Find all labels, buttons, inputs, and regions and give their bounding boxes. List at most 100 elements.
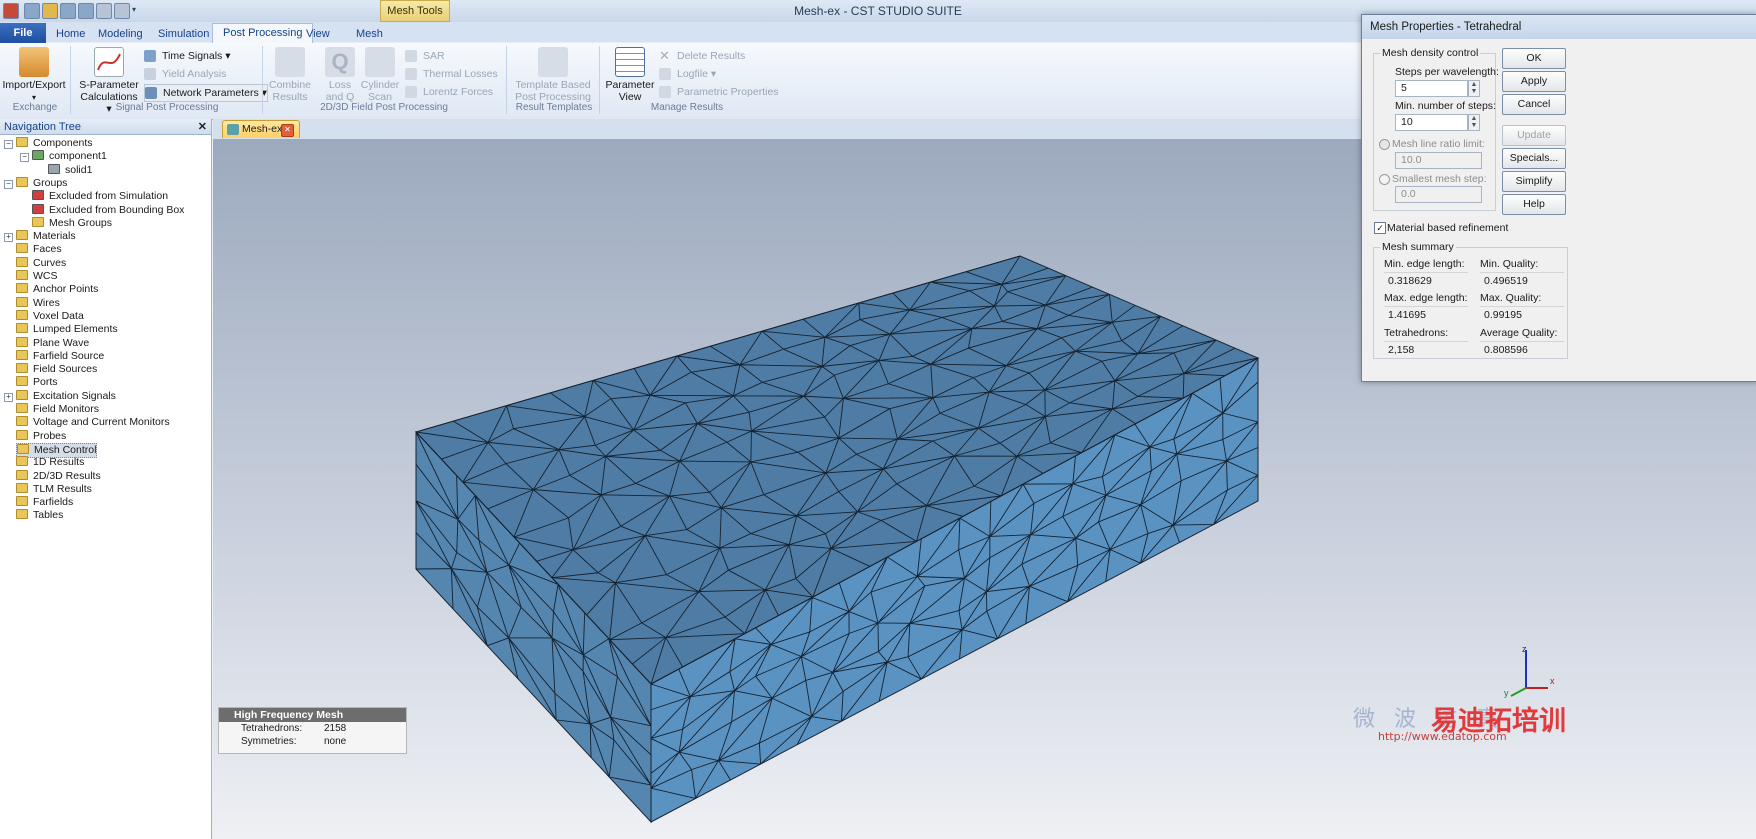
network-parameters-button[interactable]: Network Parameters ▾ bbox=[144, 84, 268, 102]
tree-expander-icon[interactable]: + bbox=[4, 392, 13, 402]
tree-item[interactable]: Excluded from Bounding Box bbox=[32, 203, 185, 217]
tab-file[interactable]: File bbox=[0, 23, 46, 43]
cylinder-scan-button[interactable]: Cylinder Scan bbox=[360, 47, 400, 103]
mesh-ratio-input[interactable]: 10.0 bbox=[1395, 152, 1482, 169]
tree-expander-icon[interactable]: − bbox=[4, 179, 13, 189]
tree-item-label: 1D Results bbox=[33, 456, 85, 469]
cancel-button[interactable]: Cancel bbox=[1502, 94, 1566, 115]
tab-simulation[interactable]: Simulation bbox=[148, 25, 219, 43]
tree-item[interactable]: 2D/3D Results bbox=[16, 469, 101, 483]
axis-x-label: x bbox=[1550, 676, 1555, 686]
tree-item[interactable]: Field Sources bbox=[16, 363, 97, 376]
tree-expander-icon[interactable]: + bbox=[4, 233, 13, 243]
tree-item[interactable]: Tables bbox=[16, 509, 63, 522]
group-label-field: 2D/3D Field Post Processing bbox=[320, 102, 448, 113]
tree-expander-icon[interactable]: − bbox=[4, 140, 13, 149]
tree-item[interactable]: Voxel Data bbox=[16, 309, 84, 323]
avg-quality-value: 0.808596 bbox=[1480, 341, 1564, 357]
lorentz-forces-button[interactable]: Lorentz Forces bbox=[405, 84, 493, 100]
tab-view[interactable]: View bbox=[296, 25, 340, 43]
sar-button[interactable]: SAR bbox=[405, 48, 445, 64]
mesh-ratio-radio[interactable] bbox=[1379, 139, 1390, 150]
folder-icon bbox=[32, 216, 44, 227]
tree-item[interactable]: Excitation Signals bbox=[16, 389, 116, 403]
tree-item[interactable]: solid1 bbox=[48, 163, 92, 177]
tetrahedrons-summary-value: 2,158 bbox=[1384, 341, 1468, 357]
tree-item[interactable]: Excluded from Simulation bbox=[32, 190, 168, 203]
tab-modeling[interactable]: Modeling bbox=[88, 25, 153, 43]
close-icon[interactable]: ✕ bbox=[198, 119, 207, 135]
template-based-post-processing-button[interactable]: Template Based Post Processing bbox=[512, 47, 594, 103]
tree-item[interactable]: Components bbox=[16, 137, 93, 150]
tree-item[interactable]: Wires bbox=[16, 296, 60, 310]
tree-item[interactable]: Probes bbox=[16, 429, 66, 443]
tree-item[interactable]: Field Monitors bbox=[16, 403, 99, 416]
yield-analysis-button[interactable]: Yield Analysis bbox=[144, 66, 226, 82]
min-steps-input[interactable]: 10 bbox=[1395, 114, 1468, 131]
tree-item-label: TLM Results bbox=[33, 482, 92, 495]
tree-item[interactable]: Lumped Elements bbox=[16, 323, 118, 336]
tree-item[interactable]: Faces bbox=[16, 243, 62, 256]
folder-icon bbox=[32, 150, 44, 161]
delete-results-button[interactable]: ✕ Delete Results bbox=[659, 48, 745, 64]
tree-item[interactable]: Groups bbox=[16, 176, 67, 190]
tree-item-label: Farfields bbox=[33, 496, 74, 509]
import-export-button[interactable]: Import/Export ▾ bbox=[2, 47, 66, 104]
lorentz-forces-icon bbox=[405, 86, 417, 98]
min-steps-spinner[interactable]: ▲ ▼ bbox=[1468, 114, 1480, 131]
tree-item[interactable]: Anchor Points bbox=[16, 283, 98, 296]
folder-icon bbox=[16, 256, 28, 267]
symmetries-label: Symmetries: bbox=[241, 736, 297, 747]
thermal-losses-button[interactable]: Thermal Losses bbox=[405, 66, 498, 82]
tree-item[interactable]: 1D Results bbox=[16, 456, 84, 469]
tree-item-label: component1 bbox=[49, 150, 107, 163]
loss-and-q-button[interactable]: Q Loss and Q bbox=[320, 47, 360, 103]
logfile-button[interactable]: Logfile ▾ bbox=[659, 66, 716, 82]
tree-item-label: Faces bbox=[33, 243, 62, 256]
tab-mesh[interactable]: Mesh bbox=[346, 25, 393, 43]
combine-results-button[interactable]: Combine Results bbox=[266, 47, 314, 103]
tree-item[interactable]: Ports bbox=[16, 376, 58, 389]
help-button[interactable]: Help bbox=[1502, 194, 1566, 215]
parametric-properties-button[interactable]: Parametric Properties bbox=[659, 84, 779, 100]
tree-expander-icon[interactable]: − bbox=[20, 153, 29, 163]
tree-item[interactable]: component1 bbox=[32, 150, 107, 163]
steps-per-wavelength-input[interactable]: 5 bbox=[1395, 80, 1468, 97]
folder-icon bbox=[16, 323, 28, 334]
document-tab-mesh-ex[interactable]: Mesh-ex ✕ bbox=[222, 120, 300, 138]
delete-x-icon: ✕ bbox=[659, 48, 670, 63]
tree-item[interactable]: Farfield Source bbox=[16, 349, 104, 363]
ok-button[interactable]: OK bbox=[1502, 48, 1566, 69]
smallest-step-radio[interactable] bbox=[1379, 174, 1390, 185]
time-signals-button[interactable]: Time Signals ▾ bbox=[144, 48, 231, 64]
simplify-model-button[interactable]: Simplify Model... bbox=[1502, 171, 1566, 206]
template-icon bbox=[538, 47, 568, 77]
tree-item[interactable]: TLM Results bbox=[16, 482, 92, 496]
parameter-view-button[interactable]: Parameter View bbox=[604, 47, 656, 103]
material-refinement-checkbox[interactable]: ✓ bbox=[1374, 222, 1386, 234]
tree-item[interactable]: Farfields bbox=[16, 496, 73, 509]
tree-item[interactable]: Mesh Groups bbox=[32, 216, 113, 230]
tree-item-label: Mesh Groups bbox=[49, 216, 113, 229]
tree-item-label: Excluded from Bounding Box bbox=[49, 203, 185, 216]
folder-icon bbox=[16, 429, 28, 440]
smallest-step-input[interactable]: 0.0 bbox=[1395, 186, 1482, 203]
tree-item[interactable]: Materials bbox=[16, 230, 76, 243]
tree-item-label: Excitation Signals bbox=[33, 389, 116, 402]
ribbon-separator bbox=[70, 46, 71, 114]
update-button[interactable]: Update bbox=[1502, 125, 1566, 146]
close-tab-icon[interactable]: ✕ bbox=[281, 124, 294, 137]
apply-button[interactable]: Apply bbox=[1502, 71, 1566, 92]
symmetries-value: none bbox=[324, 736, 347, 747]
material-refinement-label: Material based refinement bbox=[1387, 222, 1509, 234]
min-quality-label: Min. Quality: bbox=[1480, 258, 1539, 270]
specials-button[interactable]: Specials... bbox=[1502, 148, 1566, 169]
steps-per-wavelength-label: Steps per wavelength: bbox=[1395, 66, 1499, 78]
tree-item[interactable]: Curves bbox=[16, 256, 66, 270]
mesh-ratio-label: Mesh line ratio limit: bbox=[1392, 138, 1485, 150]
tree-item-label: Materials bbox=[33, 230, 76, 243]
steps-spinner[interactable]: ▲ ▼ bbox=[1468, 80, 1480, 97]
tree-item[interactable]: Plane Wave bbox=[16, 336, 89, 350]
tree-item[interactable]: WCS bbox=[16, 270, 58, 283]
tree-item[interactable]: Voltage and Current Monitors bbox=[16, 416, 170, 429]
